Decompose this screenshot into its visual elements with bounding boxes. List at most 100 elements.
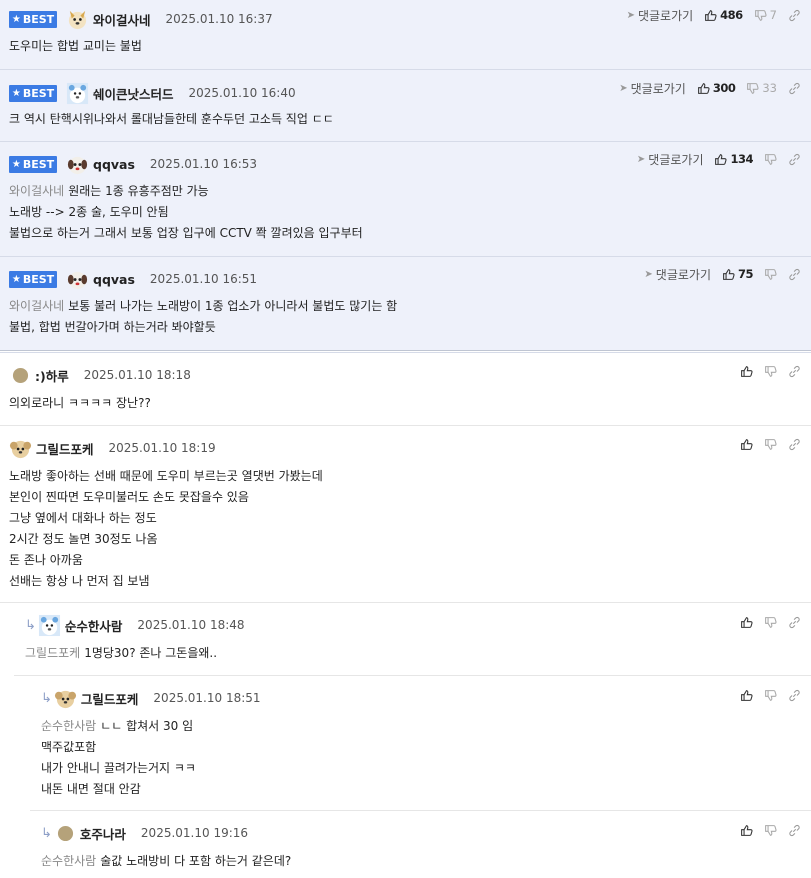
share-link-button[interactable] xyxy=(788,153,801,166)
thumb-up-icon xyxy=(741,438,753,450)
paper-plane-icon: ➤ xyxy=(619,82,628,94)
author-nickname[interactable]: 그릴드포케 xyxy=(36,439,94,458)
link-icon xyxy=(789,365,800,377)
author-nickname[interactable]: 순수한사람 xyxy=(65,616,123,635)
goto-comment-label: 댓글로가기 xyxy=(648,152,704,167)
dislike-button[interactable] xyxy=(764,365,777,378)
best-badge: ★ BEST xyxy=(9,270,57,288)
dislike-button[interactable] xyxy=(764,616,777,629)
dislike-button[interactable] xyxy=(764,824,777,837)
link-icon xyxy=(789,9,800,21)
author-nickname[interactable]: 그릴드포케 xyxy=(81,689,139,708)
avatar[interactable] xyxy=(57,825,74,842)
dislike-button[interactable] xyxy=(764,438,777,451)
dislike-button[interactable] xyxy=(764,689,777,702)
share-link-button[interactable] xyxy=(788,268,801,281)
mention-nickname[interactable]: 그릴드포케 xyxy=(25,646,80,660)
comment: :)하루 2025.01.10 18:18 의외로라니 ㅋㅋㅋㅋ 장난?? xyxy=(0,353,811,426)
goto-comment-button[interactable]: ➤ 댓글로가기 xyxy=(627,7,694,24)
link-icon xyxy=(789,438,800,450)
thumb-down-icon xyxy=(765,153,777,165)
avatar[interactable] xyxy=(9,437,32,460)
author-nickname[interactable]: qqvas xyxy=(93,272,135,287)
reply-comment: ↳ 호주나라 2025.01.10 19:16 순수한사람 술값 노래방비 다 포… xyxy=(30,811,811,878)
comment: 그릴드포케 2025.01.10 18:19 노래방 좋아하는 선배 때문에 도… xyxy=(0,426,811,603)
share-link-button[interactable] xyxy=(788,9,801,22)
author-nickname[interactable]: :)하루 xyxy=(35,366,69,385)
like-button[interactable] xyxy=(740,689,753,702)
like-button[interactable] xyxy=(740,616,753,629)
avatar[interactable] xyxy=(12,367,29,384)
link-icon xyxy=(789,82,800,94)
share-link-button[interactable] xyxy=(788,689,801,702)
comment-text: 노래방 --> 2종 술, 도우미 안됨 xyxy=(9,205,169,219)
comment-text: 보통 불러 나가는 노래방이 1종 업소가 아니라서 불법도 많기는 함 xyxy=(68,299,398,313)
thumb-up-icon xyxy=(697,82,710,94)
comment-text: 내돈 내면 절대 안감 xyxy=(41,782,141,796)
comment-text: 불법, 합법 번갈아가며 하는거라 봐야할듯 xyxy=(9,320,216,334)
like-button[interactable]: 300 xyxy=(697,81,736,95)
author-nickname[interactable]: 와이걸사네 xyxy=(93,10,151,29)
goto-comment-button[interactable]: ➤ 댓글로가기 xyxy=(637,151,704,168)
comment-text: 크 역시 탄핵시위나와서 롤대남들한테 훈수두던 고소득 직업 ㄷㄷ xyxy=(9,112,334,126)
share-link-button[interactable] xyxy=(788,616,801,629)
link-icon xyxy=(789,268,800,280)
comment: ★ BEST qqvas 2025.01.10 16:53 ➤ 댓글로가기 134 … xyxy=(0,142,811,257)
comment-date: 2025.01.10 18:48 xyxy=(137,618,245,632)
share-link-button[interactable] xyxy=(788,82,801,95)
best-badge-label: BEST xyxy=(22,86,55,100)
like-button[interactable] xyxy=(740,365,753,378)
comment-text: 원래는 1종 유흥주점만 가능 xyxy=(68,184,209,198)
share-link-button[interactable] xyxy=(788,365,801,378)
dislike-button[interactable]: 33 xyxy=(746,81,777,95)
author-nickname[interactable]: qqvas xyxy=(93,157,135,172)
mention-nickname[interactable]: 순수한사람 xyxy=(41,719,96,733)
dislike-button[interactable] xyxy=(764,153,777,166)
comment-date: 2025.01.10 18:18 xyxy=(83,368,191,382)
author-nickname[interactable]: 쉐이큰낫스터드 xyxy=(93,84,174,103)
goto-comment-button[interactable]: ➤ 댓글로가기 xyxy=(619,80,686,97)
thumb-down-icon xyxy=(765,438,777,450)
share-link-button[interactable] xyxy=(788,438,801,451)
share-link-button[interactable] xyxy=(788,824,801,837)
mention-nickname[interactable]: 와이걸사네 xyxy=(9,184,64,198)
goto-comment-button[interactable]: ➤ 댓글로가기 xyxy=(644,266,711,283)
like-count: 134 xyxy=(730,152,753,166)
thumb-up-icon xyxy=(723,268,735,280)
like-button[interactable]: 75 xyxy=(722,267,754,281)
avatar[interactable] xyxy=(66,153,89,176)
like-button[interactable] xyxy=(740,824,753,837)
like-count: 75 xyxy=(737,267,754,281)
comment-date: 2025.01.10 16:53 xyxy=(149,157,258,171)
comment-date: 2025.01.10 18:19 xyxy=(108,441,216,455)
comment-text: 본인이 찐따면 도우미불러도 손도 못잡을수 있음 xyxy=(9,490,249,504)
like-button[interactable]: 486 xyxy=(704,8,743,22)
like-button[interactable]: 134 xyxy=(714,152,753,166)
goto-comment-label: 댓글로가기 xyxy=(655,267,711,282)
comment-date: 2025.01.10 18:51 xyxy=(153,691,261,705)
mention-nickname[interactable]: 순수한사람 xyxy=(41,854,96,868)
reply-comment: ↳ 순수한사람 2025.01.10 18:48 그릴드포케 1명당30? 존나 … xyxy=(14,603,811,676)
author-nickname[interactable]: 호주나라 xyxy=(80,824,126,843)
comment-text: 도우미는 합법 교미는 불법 xyxy=(9,39,142,53)
avatar[interactable] xyxy=(54,687,77,710)
avatar[interactable] xyxy=(66,8,89,31)
like-count: 300 xyxy=(712,81,736,95)
dislike-button[interactable] xyxy=(764,268,777,281)
best-badge: ★ BEST xyxy=(9,84,57,102)
like-button[interactable] xyxy=(740,438,753,451)
reply-arrow-icon: ↳ xyxy=(25,617,36,633)
comment-text: ㄴㄴ 합쳐서 30 임 xyxy=(100,719,194,733)
avatar[interactable] xyxy=(66,82,89,105)
dislike-count: 7 xyxy=(769,8,777,22)
avatar[interactable] xyxy=(38,614,61,637)
comment: ★ BEST qqvas 2025.01.10 16:51 ➤ 댓글로가기 75 와… xyxy=(0,257,811,351)
thumb-up-icon xyxy=(741,824,753,836)
comment-text: 맥주값포함 xyxy=(41,740,97,754)
avatar[interactable] xyxy=(66,268,89,291)
thumb-down-icon xyxy=(754,9,767,21)
mention-nickname[interactable]: 와이걸사네 xyxy=(9,299,64,313)
dislike-button[interactable]: 7 xyxy=(754,8,777,22)
link-icon xyxy=(789,153,800,165)
star-icon: ★ xyxy=(11,87,21,99)
